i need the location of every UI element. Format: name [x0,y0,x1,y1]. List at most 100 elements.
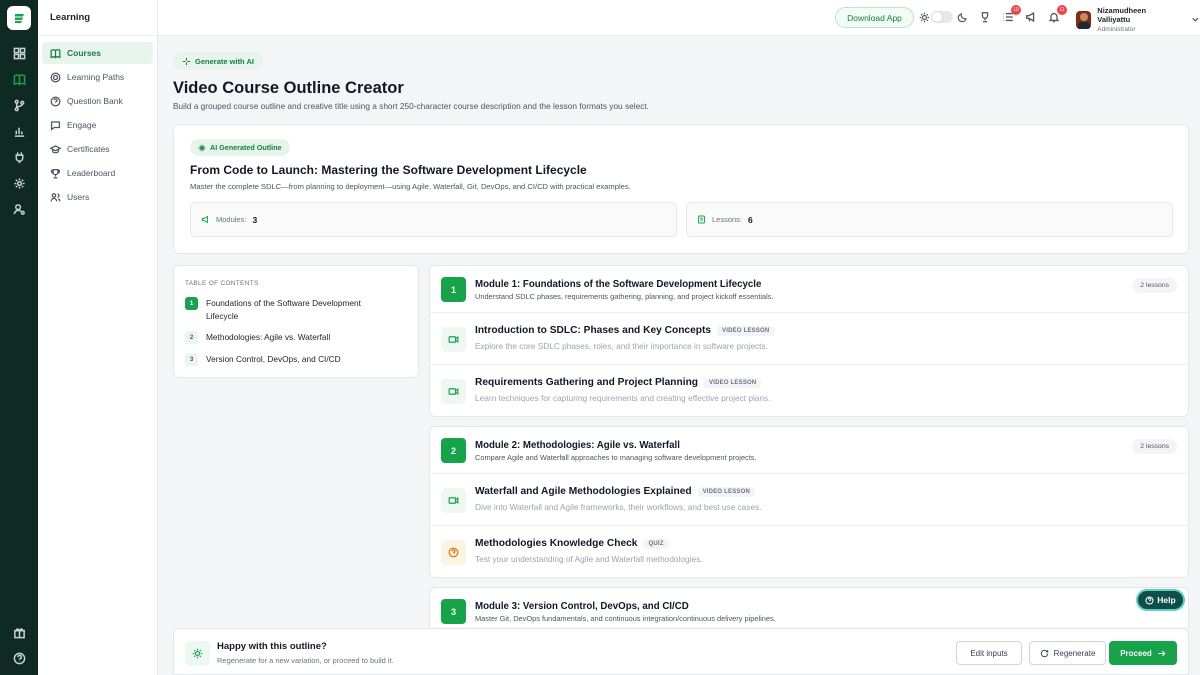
generate-label: Generate with AI [195,56,254,66]
sidebar-item-label: Users [67,192,90,202]
sidebar-item-label: Courses [67,48,102,58]
users-icon [50,192,61,201]
module-card: 2 Module 2: Methodologies: Agile vs. Wat… [429,426,1189,578]
sidebar-item-courses[interactable]: Courses [42,42,153,64]
user-name: Nizamudheen Valliyattu [1097,6,1147,24]
lessons-stat: Lessons: 6 [686,202,1173,237]
list-icon[interactable]: 10 [1001,5,1021,24]
toc-item-number: 3 [185,353,198,366]
course-title: From Code to Launch: Mastering the Softw… [190,163,587,177]
rail-analytics-icon[interactable] [0,118,38,144]
sidebar-item-certificates[interactable]: Certificates [42,138,153,160]
toc-item[interactable]: 1 Foundations of the Software Developmen… [185,297,385,323]
lesson-title: Introduction to SDLC: Phases and Key Con… [475,325,712,336]
arrow-right-icon [1158,650,1166,656]
user-menu[interactable]: Nizamudheen Valliyattu Administrator [1076,6,1200,33]
lesson-description: Learn techniques for capturing requireme… [475,393,771,403]
moon-icon [955,10,969,24]
lesson-description: Test your understanding of Agile and Wat… [475,554,703,564]
page-title: Video Course Outline Creator [173,79,404,97]
lesson-item[interactable]: Introduction to SDLC: Phases and Key Con… [430,314,1188,365]
download-app-button[interactable]: Download App [835,7,914,28]
help-label: Help [1157,595,1176,605]
top-bar: Download App 10 11 Nizamudheen Valliyatt… [158,0,1200,36]
toc-item[interactable]: 3 Version Control, DevOps, and CI/CD [185,353,405,366]
page-subtitle: Build a grouped course outline and creat… [173,101,649,111]
megaphone-icon [201,215,208,224]
trophy-icon[interactable] [978,10,992,24]
course-description: Master the complete SDLC—from planning t… [190,182,631,191]
lesson-item[interactable]: Methodologies Knowledge Check QUIZ Test y… [430,527,1188,578]
sidebar-item-label: Engage [67,120,97,130]
lesson-type-tag: VIDEO LESSON [717,325,775,336]
regenerate-label: Regenerate [1053,648,1096,658]
lesson-item[interactable]: Waterfall and Agile Methodologies Explai… [430,475,1188,526]
theme-toggle[interactable] [931,11,953,23]
video-icon [441,327,466,352]
rail-gift-icon[interactable] [0,619,38,645]
sidebar-item-label: Question Bank [67,96,123,106]
lessons-label: Lessons: [712,215,743,224]
quiz-icon [441,540,466,565]
module-number: 3 [441,599,466,624]
rail-user-settings-icon[interactable] [0,196,38,222]
sidebar-item-users[interactable]: Users [42,186,153,208]
rail-plug-icon[interactable] [0,144,38,170]
megaphone-icon[interactable] [1024,10,1038,24]
proceed-button[interactable]: Proceed [1109,641,1177,665]
rail-settings-icon[interactable] [0,170,38,196]
video-icon [441,379,466,404]
sidebar-item-question-bank[interactable]: Question Bank [42,90,153,112]
rail-help-icon[interactable] [0,645,38,671]
help-button[interactable]: Help [1136,589,1185,611]
module-title: Module 3: Version Control, DevOps, and C… [475,601,689,612]
lesson-description: Explore the core SDLC phases, roles, and… [475,341,768,351]
sparkle-icon [185,641,210,666]
ai-generated-badge: AI Generated Outline [190,139,290,156]
notification-badge: 11 [1057,5,1067,15]
module-header[interactable]: 1 Module 1: Foundations of the Software … [430,266,1188,313]
chevron-down-icon [1192,17,1199,22]
module-header[interactable]: 3 Module 3: Version Control, DevOps, and… [430,588,1188,627]
rail-dashboard-icon[interactable] [0,40,38,66]
list-badge: 10 [1011,5,1021,15]
toc-item-label: Foundations of the Software Development … [206,298,361,321]
rail-branch-icon[interactable] [0,92,38,118]
module-number: 1 [441,277,466,302]
sidebar-item-label: Certificates [67,144,110,154]
module-title: Module 2: Methodologies: Agile vs. Water… [475,440,680,451]
path-icon [50,72,61,82]
sun-icon [917,10,931,24]
lesson-type-tag: VIDEO LESSON [697,486,756,497]
sidebar-item-label: Learning Paths [67,72,125,82]
sidebar-item-engage[interactable]: Engage [42,114,153,136]
module-card: 3 Module 3: Version Control, DevOps, and… [429,587,1189,627]
logo-icon [15,14,24,23]
lesson-title: Methodologies Knowledge Check [475,538,638,549]
sidebar-section-title: Learning [38,0,157,36]
regenerate-button[interactable]: Regenerate [1029,641,1106,665]
module-number: 2 [441,438,466,463]
lesson-item[interactable]: Requirements Gathering and Project Plann… [430,366,1188,417]
ai-badge-label: AI Generated Outline [210,143,282,152]
proceed-label: Proceed [1120,648,1152,658]
edit-inputs-button[interactable]: Edit inputs [956,641,1022,665]
toc-item[interactable]: 2 Methodologies: Agile vs. Waterfall [185,331,405,344]
footer-action-bar: Happy with this outline? Regenerate for … [173,628,1189,675]
table-of-contents: TABLE OF CONTENTS 1 Foundations of the S… [173,265,419,378]
module-header[interactable]: 2 Module 2: Methodologies: Agile vs. Wat… [430,427,1188,474]
sidebar-item-leaderboard[interactable]: Leaderboard [42,162,153,184]
chat-icon [50,120,61,131]
sidebar-item-learning-paths[interactable]: Learning Paths [42,66,153,88]
bell-icon[interactable]: 11 [1047,5,1067,24]
app-logo[interactable] [7,6,31,30]
lesson-title: Waterfall and Agile Methodologies Explai… [475,486,692,497]
icon-rail [0,0,38,675]
rail-learning-icon[interactable] [0,66,38,92]
modules-value: 3 [252,214,258,225]
toc-item-number: 1 [185,297,198,310]
toc-item-number: 2 [185,331,198,344]
outline-summary-card: AI Generated Outline From Code to Launch… [173,124,1189,254]
lessons-value: 6 [748,214,753,225]
generate-with-ai-badge[interactable]: Generate with AI [173,52,263,70]
